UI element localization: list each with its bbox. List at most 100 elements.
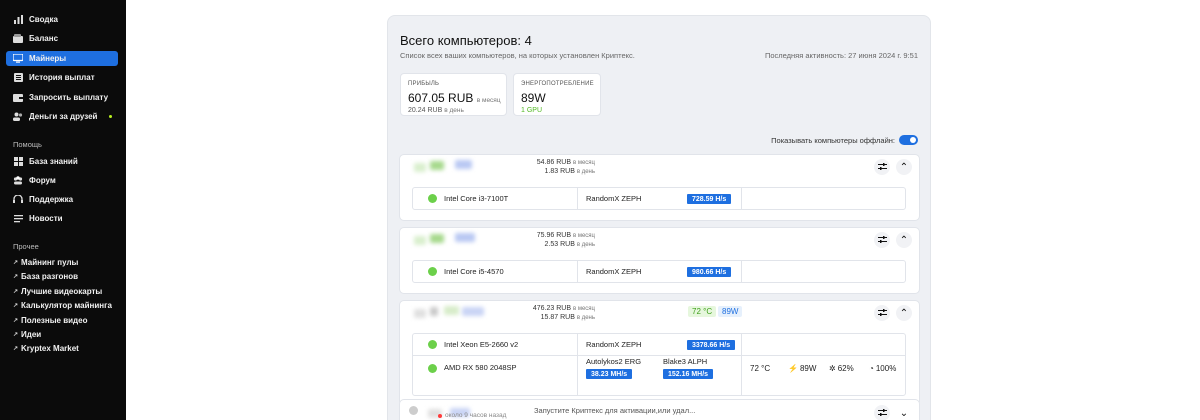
nav-item-balance[interactable]: Баланс — [6, 31, 118, 46]
collapse-button[interactable]: ⌃ — [896, 305, 912, 321]
offline-message: Запустите Криптекс для активации,или уда… — [534, 406, 696, 415]
settings-sliders-button[interactable] — [874, 305, 890, 321]
rig-name-blurred — [414, 160, 484, 172]
link-mining-pools[interactable]: ↗ Майнинг пулы — [13, 258, 78, 267]
hashrate-badge: 152.16 MH/s — [663, 369, 714, 379]
link-label: Полезные видео — [21, 316, 88, 325]
link-useful-videos[interactable]: ↗ Полезные видео — [13, 316, 87, 325]
nav-item-referrals[interactable]: Деньги за друзей — [6, 109, 118, 124]
settings-sliders-button[interactable] — [874, 159, 890, 175]
last-activity: Последняя активность: 27 июня 2024 г. 9:… — [764, 51, 918, 60]
gauge-icon: ◔ — [869, 364, 874, 373]
fan-icon: ✲ — [829, 364, 836, 373]
external-link-icon: ↗ — [13, 274, 19, 280]
status-online-dot — [428, 267, 437, 276]
collapse-button[interactable]: ⌃ — [896, 159, 912, 175]
nav-item-summary[interactable]: Сводка — [6, 12, 118, 27]
nav-item-label: Деньги за друзей — [29, 112, 98, 121]
gpu-temperature: 72 °C — [750, 364, 771, 373]
nav-item-request-payout[interactable]: Запросить выплату — [6, 90, 118, 105]
nav-item-label: Новости — [29, 214, 63, 223]
collapse-button[interactable]: ⌃ — [896, 232, 912, 248]
chevron-up-icon: ⌃ — [899, 234, 909, 246]
link-kryptex-market[interactable]: ↗ Kryptex Market — [13, 344, 79, 353]
profit-value: 607.05 RUB в месяц — [408, 91, 501, 105]
nav-item-news[interactable]: Новости — [6, 211, 118, 226]
algorithm: Blake3 ALPH — [663, 357, 708, 366]
link-ideas[interactable]: ↗ Идеи — [13, 330, 41, 339]
link-label: Лучшие видеокарты — [21, 287, 103, 296]
algorithm: RandomX ZEPH — [586, 340, 642, 349]
miners-panel: Всего компьютеров: 4 Список всех ваших к… — [387, 15, 931, 420]
headset-icon — [13, 195, 23, 205]
nav-item-payout-history[interactable]: История выплат — [6, 70, 118, 85]
wallet-icon — [13, 34, 23, 44]
status-online-dot — [428, 340, 437, 349]
external-link-icon: ↗ — [13, 332, 19, 338]
nav-item-label: Баланс — [29, 34, 59, 43]
profit-day: 20.24 RUB в день — [408, 107, 464, 114]
nav-item-label: Запросить выплату — [29, 93, 109, 102]
offline-toggle: Показывать компьютеры оффлайн: — [771, 135, 918, 145]
external-link-icon: ↗ — [13, 289, 19, 295]
rig-card: 75.96 RUB в месяц 2.53 RUB в день ⌃ Inte… — [399, 227, 920, 294]
hashrate-badge: 728.59 H/s — [687, 194, 732, 204]
nav-item-label: Поддержка — [29, 195, 74, 204]
settings-sliders-button[interactable] — [874, 405, 890, 420]
link-label: База разгонов — [21, 272, 79, 281]
rig-card: 54.86 RUB в месяц 1.83 RUB в день ⌃ Inte… — [399, 154, 920, 221]
link-mining-calculator[interactable]: ↗ Калькулятор майнинга — [13, 301, 112, 310]
offline-switch[interactable] — [899, 135, 918, 145]
link-best-gpus[interactable]: ↗ Лучшие видеокарты — [13, 287, 102, 296]
list-icon — [13, 73, 23, 83]
news-icon — [13, 214, 23, 224]
device-table: Intel Core i5-4570 RandomX ZEPH 980.66 H… — [412, 260, 906, 283]
external-link-icon: ↗ — [13, 260, 19, 266]
new-indicator-dot — [109, 115, 112, 118]
external-link-icon: ↗ — [13, 303, 19, 309]
profit-label: ПРИБЫЛЬ — [408, 81, 440, 87]
nav-item-forum[interactable]: Форум — [6, 173, 118, 188]
device-name: Intel Core i3-7100T — [444, 194, 509, 203]
hashrate-badge: 3378.66 H/s — [687, 340, 736, 350]
chevron-up-icon: ⌃ — [899, 307, 909, 319]
link-label: Идеи — [21, 330, 42, 339]
offline-time: около 9 часов назад — [445, 412, 507, 419]
power-card: ЭНЕРГОПОТРЕБЛЕНИЕ 89W 1 GPU — [513, 73, 601, 116]
rig-header[interactable]: 75.96 RUB в месяц 2.53 RUB в день ⌃ — [400, 228, 919, 252]
gpu-power: ⚡ 89W — [788, 364, 817, 373]
nav-item-knowledge-base[interactable]: База знаний — [6, 154, 118, 169]
external-link-icon: ↗ — [13, 318, 19, 324]
nav-item-support[interactable]: Поддержка — [6, 192, 118, 207]
expand-button[interactable]: ⌄ — [896, 405, 912, 420]
book-icon — [13, 157, 23, 167]
device-name: AMD RX 580 2048SP — [444, 363, 517, 372]
algorithm: RandomX ZEPH — [586, 267, 642, 276]
device-table: Intel Core i3-7100T RandomX ZEPH 728.59 … — [412, 187, 906, 210]
device-name: Intel Core i5-4570 — [444, 267, 504, 276]
device-row: AMD RX 580 2048SP Autolykos2 ERG 38.23 M… — [413, 356, 905, 396]
rig-temperature: 72 °C — [688, 306, 717, 317]
settings-sliders-button[interactable] — [874, 232, 890, 248]
hashrate-badge: 38.23 MH/s — [586, 369, 633, 379]
link-overclock-base[interactable]: ↗ База разгонов — [13, 272, 78, 281]
rig-name-blurred — [414, 306, 484, 318]
rig-header[interactable]: 476.23 RUB в месяц 15.87 RUB в день 72 °… — [400, 301, 919, 325]
rig-card: 476.23 RUB в месяц 15.87 RUB в день 72 °… — [399, 300, 920, 406]
lightning-icon: ⚡ — [788, 364, 798, 373]
rig-earnings: 54.86 RUB в месяц 1.83 RUB в день — [536, 159, 595, 175]
status-online-dot — [428, 194, 437, 203]
chevron-down-icon: ⌄ — [899, 407, 909, 419]
rig-header[interactable]: 54.86 RUB в месяц 1.83 RUB в день ⌃ — [400, 155, 919, 179]
nav-item-miners[interactable]: Майнеры — [6, 51, 118, 66]
nav-item-label: История выплат — [29, 73, 95, 82]
wallet-out-icon — [13, 93, 23, 103]
monitor-icon — [13, 54, 23, 64]
device-row: Intel Xeon E5-2660 v2 RandomX ZEPH 3378.… — [413, 334, 905, 356]
nav-item-label: Майнеры — [29, 54, 67, 63]
hashrate-badge: 980.66 H/s — [687, 267, 732, 277]
power-value: 89W — [521, 91, 546, 105]
users-icon — [13, 112, 23, 122]
profit-card: ПРИБЫЛЬ 607.05 RUB в месяц 20.24 RUB в д… — [400, 73, 507, 116]
rig-name-blurred — [414, 233, 484, 245]
